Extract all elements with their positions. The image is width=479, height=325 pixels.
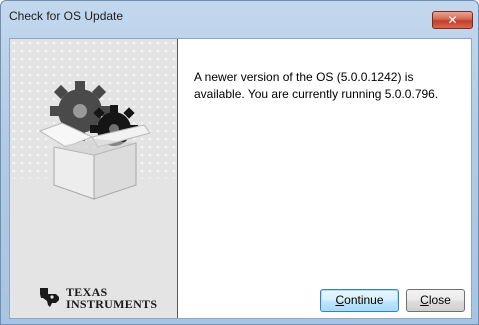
texas-state-icon bbox=[40, 288, 59, 307]
close-button-label: lose bbox=[428, 293, 451, 307]
continue-button-label: ontinue bbox=[344, 293, 384, 307]
branding-panel: TEXAS INSTRUMENTS bbox=[10, 39, 178, 318]
close-icon[interactable]: ✕ bbox=[433, 12, 472, 28]
window-close-button[interactable]: ✕ bbox=[432, 11, 473, 29]
close-button[interactable]: Close bbox=[406, 289, 465, 312]
close-button-accel: C bbox=[420, 293, 429, 307]
dialog-window: Check for OS Update ✕ TEXAS INSTRUMENTS … bbox=[0, 0, 479, 325]
update-message: A newer version of the OS (5.0.0.1242) i… bbox=[194, 70, 439, 101]
dialog-content: TEXAS INSTRUMENTS A newer version of the… bbox=[9, 38, 472, 319]
continue-button-accel: C bbox=[335, 293, 345, 307]
window-title: Check for OS Update bbox=[9, 9, 124, 23]
continue-button[interactable]: Continue bbox=[320, 289, 399, 312]
texas-instruments-logo: TEXAS INSTRUMENTS bbox=[38, 285, 168, 311]
gears-box-icon bbox=[38, 81, 151, 200]
logo-text-instruments: INSTRUMENTS bbox=[66, 297, 158, 311]
title-bar[interactable]: Check for OS Update ✕ bbox=[1, 1, 478, 31]
